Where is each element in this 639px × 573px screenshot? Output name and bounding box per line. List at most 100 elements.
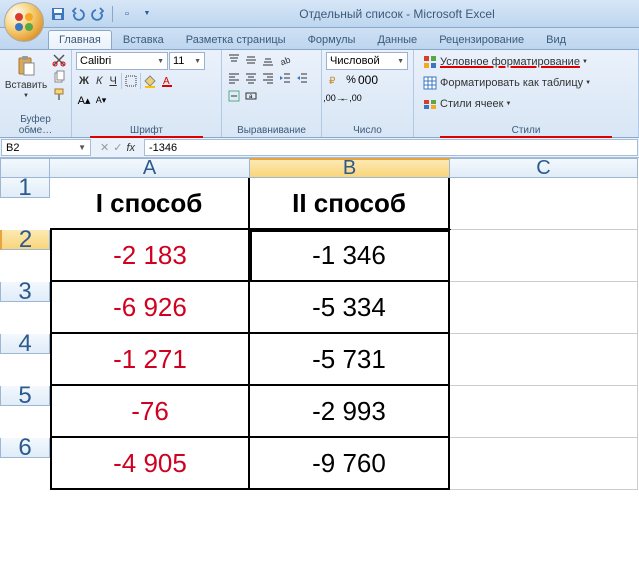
cell-a2[interactable]: -2 183 — [50, 230, 250, 282]
formula-input[interactable]: -1346 — [144, 139, 638, 156]
increase-indent-icon[interactable] — [294, 70, 310, 86]
column-header-a[interactable]: A — [50, 158, 250, 178]
column-header-c[interactable]: C — [450, 158, 638, 178]
border-icon[interactable] — [123, 73, 139, 89]
tab-review[interactable]: Рецензирование — [428, 30, 535, 49]
align-center-icon[interactable] — [243, 70, 259, 86]
cancel-formula-icon[interactable]: ✕ — [100, 141, 109, 154]
cell-c4[interactable] — [450, 334, 638, 386]
row-header[interactable]: 6 — [0, 438, 50, 458]
font-size-select[interactable]: 11 ▼ — [169, 52, 205, 70]
percent-icon[interactable]: % — [343, 72, 359, 88]
cell-b2[interactable]: -1 346 — [250, 230, 450, 282]
enter-formula-icon[interactable]: ✓ — [113, 141, 122, 154]
italic-button[interactable]: К — [93, 72, 105, 90]
cell-b3[interactable]: -5 334 — [250, 282, 450, 334]
ribbon-tabs: Главная Вставка Разметка страницы Формул… — [0, 28, 639, 50]
chevron-down-icon: ▼ — [194, 58, 201, 65]
row-header[interactable]: 5 — [0, 386, 50, 406]
paste-label: Вставить — [5, 80, 47, 91]
chevron-down-icon: ▼ — [23, 93, 29, 99]
fx-icon[interactable]: fx — [126, 142, 135, 154]
font-name-select[interactable]: Calibri▼ — [76, 52, 168, 70]
cell-c3[interactable] — [450, 282, 638, 334]
column-header-b[interactable]: B — [250, 158, 450, 178]
font-color-icon[interactable]: A — [159, 73, 175, 89]
align-top-icon[interactable] — [226, 52, 242, 68]
fill-color-icon[interactable] — [142, 73, 158, 89]
spreadsheet-grid: A B C 1 I способ II способ 2 -2 183 -1 3… — [0, 158, 639, 490]
chevron-down-icon: ▼ — [157, 58, 164, 65]
copy-icon[interactable] — [51, 69, 67, 85]
cell-b4[interactable]: -5 731 — [250, 334, 450, 386]
paste-button[interactable]: Вставить ▼ — [4, 52, 48, 113]
merge-cells-icon[interactable]: a — [243, 88, 259, 104]
clipboard-group-label: Буфер обме… — [4, 113, 67, 137]
undo-icon[interactable] — [70, 6, 86, 22]
qat-extra-icon[interactable]: ▫ — [119, 6, 135, 22]
cell-styles-label: Стили ячеек — [440, 98, 503, 110]
svg-text:₽: ₽ — [329, 76, 336, 87]
decrease-font-icon[interactable]: A▾ — [93, 92, 109, 108]
bold-button[interactable]: Ж — [76, 72, 92, 90]
ribbon: Вставить ▼ Буфер обме… Calibri▼ 11 ▼ — [0, 50, 639, 138]
row-header[interactable]: 2 — [0, 230, 50, 250]
align-middle-icon[interactable] — [243, 52, 259, 68]
save-icon[interactable] — [50, 6, 66, 22]
format-as-table-label: Форматировать как таблицу — [440, 77, 583, 89]
cell-a1[interactable]: I способ — [50, 178, 250, 230]
chevron-down-icon: ▼ — [585, 80, 591, 86]
styles-group-label: Стили — [418, 124, 634, 137]
tab-page-layout[interactable]: Разметка страницы — [175, 30, 297, 49]
cell-b1[interactable]: II способ — [250, 178, 450, 230]
align-bottom-icon[interactable] — [260, 52, 276, 68]
tab-view[interactable]: Вид — [535, 30, 577, 49]
cell-styles-icon — [422, 96, 438, 112]
wrap-text-icon[interactable] — [226, 88, 242, 104]
font-group-label: Шрифт — [76, 124, 217, 137]
cell-a4[interactable]: -1 271 — [50, 334, 250, 386]
comma-icon[interactable]: 000 — [360, 72, 376, 88]
cell-c2[interactable] — [450, 230, 638, 282]
align-left-icon[interactable] — [226, 70, 242, 86]
conditional-formatting-label: Условное форматирование — [440, 56, 580, 68]
cell-c5[interactable] — [450, 386, 638, 438]
format-painter-icon[interactable] — [51, 86, 67, 102]
cell-b6[interactable]: -9 760 — [250, 438, 450, 490]
row-header[interactable]: 1 — [0, 178, 50, 198]
cell-styles-button[interactable]: Стили ячеек ▼ — [418, 94, 634, 114]
office-button[interactable] — [4, 2, 44, 42]
font-size-value: 11 — [173, 55, 184, 67]
conditional-formatting-icon — [422, 54, 438, 70]
svg-text:ab: ab — [279, 55, 292, 67]
cell-a5[interactable]: -76 — [50, 386, 250, 438]
row-header[interactable]: 4 — [0, 334, 50, 354]
underline-button[interactable]: Ч — [106, 72, 119, 90]
decrease-indent-icon[interactable] — [277, 70, 293, 86]
title-bar: ▫ ▼ Отдельный список - Microsoft Excel — [0, 0, 639, 28]
conditional-formatting-button[interactable]: Условное форматирование ▼ — [418, 52, 634, 72]
tab-data[interactable]: Данные — [366, 30, 428, 49]
cell-c6[interactable] — [450, 438, 638, 490]
name-box[interactable]: B2 ▼ — [1, 139, 91, 156]
chevron-down-icon: ▼ — [78, 143, 86, 152]
orientation-icon[interactable]: ab — [277, 52, 293, 68]
cell-a6[interactable]: -4 905 — [50, 438, 250, 490]
number-format-select[interactable]: Числовой▼ — [326, 52, 408, 70]
tab-formulas[interactable]: Формулы — [297, 30, 367, 49]
redo-icon[interactable] — [90, 6, 106, 22]
cell-c1[interactable] — [450, 178, 638, 230]
align-right-icon[interactable] — [260, 70, 276, 86]
tab-home[interactable]: Главная — [48, 30, 112, 49]
decrease-decimal-icon[interactable]: ←,00 — [343, 90, 359, 106]
currency-icon[interactable]: ₽ — [326, 72, 342, 88]
row-header[interactable]: 3 — [0, 282, 50, 302]
table-icon — [422, 75, 438, 91]
cut-icon[interactable] — [51, 52, 67, 68]
cell-b5[interactable]: -2 993 — [250, 386, 450, 438]
qat-dropdown-icon[interactable]: ▼ — [139, 6, 155, 22]
increase-font-icon[interactable]: A▴ — [76, 92, 92, 108]
format-as-table-button[interactable]: Форматировать как таблицу ▼ — [418, 73, 634, 93]
tab-insert[interactable]: Вставка — [112, 30, 175, 49]
cell-a3[interactable]: -6 926 — [50, 282, 250, 334]
